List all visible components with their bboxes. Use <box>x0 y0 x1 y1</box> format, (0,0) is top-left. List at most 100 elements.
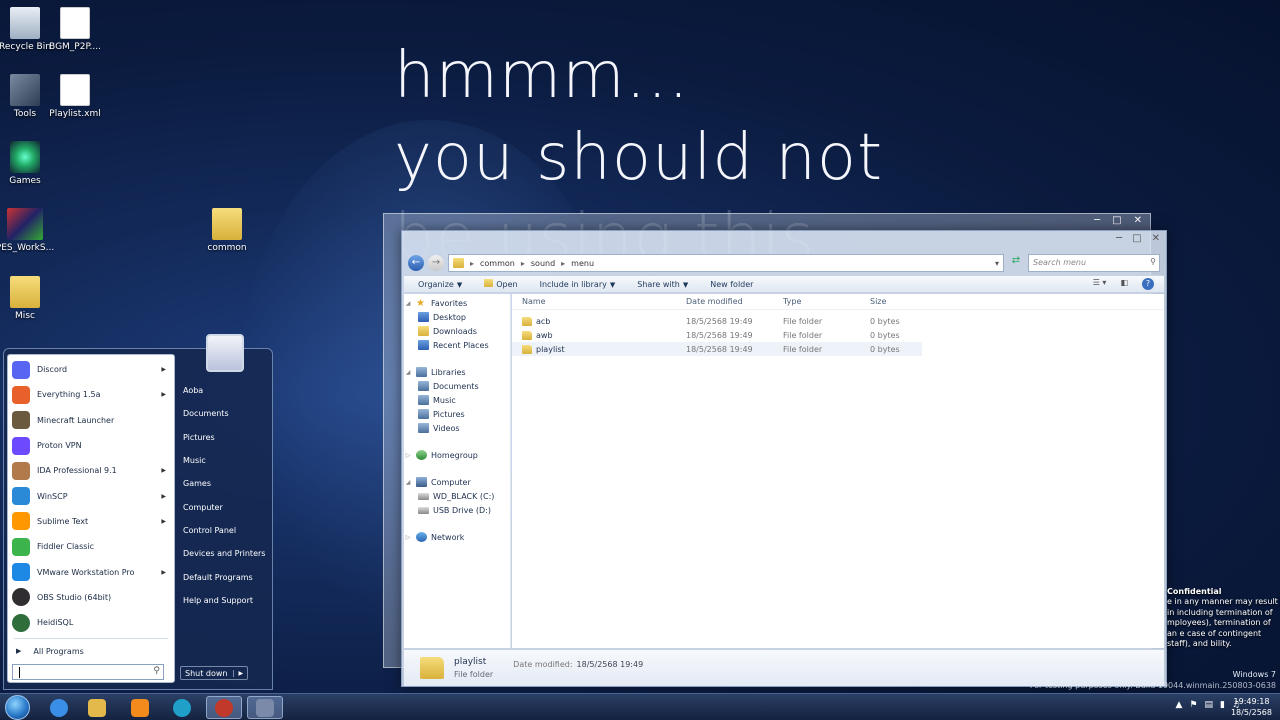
taskbar: ▲ ⚑ ▤ ▮ ♫ 19:49:18 18/5/2568 <box>0 693 1280 720</box>
shutdown-options-icon[interactable]: ▶ <box>233 669 247 677</box>
hard-drive-icon <box>418 492 429 500</box>
breadcrumb-menu[interactable]: menu <box>571 259 594 268</box>
network-icon[interactable]: ▤ <box>1204 700 1213 710</box>
taskbar-internet-explorer[interactable] <box>41 696 77 719</box>
desktop-icon-common[interactable]: common <box>197 208 257 253</box>
column-name[interactable]: Name <box>512 297 686 306</box>
show-hidden-icons-icon[interactable]: ▲ <box>1175 700 1182 710</box>
media-player-icon <box>131 698 149 717</box>
include-in-library-button[interactable]: Include in library ▼ <box>540 280 616 289</box>
start-link-help-support[interactable]: Help and Support <box>181 589 271 612</box>
nav-homegroup[interactable]: ▷ Homegroup <box>404 448 510 462</box>
organize-button[interactable]: Organize ▼ <box>418 280 462 289</box>
maximize-icon[interactable]: □ <box>1132 233 1141 244</box>
program-ida[interactable]: IDA Professional 9.1 ▶ <box>8 458 174 483</box>
clock[interactable]: 19:49:18 18/5/2568 <box>1231 697 1272 719</box>
program-fiddler[interactable]: Fiddler Classic <box>8 534 174 559</box>
close-icon[interactable]: ✕ <box>1134 215 1142 226</box>
nav-drive-d[interactable]: USB Drive (D:) <box>404 503 510 517</box>
program-vmware[interactable]: VMware Workstation Pro ▶ <box>8 559 174 584</box>
desktop-icon-bgm[interactable]: BGM_P2P.... <box>45 7 105 52</box>
program-everything[interactable]: Everything 1.5a ▶ <box>8 382 174 407</box>
minecraft-icon <box>12 411 30 430</box>
nav-documents[interactable]: Documents <box>404 379 510 393</box>
column-date-modified[interactable]: Date modified <box>686 297 783 306</box>
breadcrumb-common[interactable]: common <box>480 259 515 268</box>
nav-computer[interactable]: ◢ Computer <box>404 475 510 489</box>
taskbar-edge[interactable] <box>164 696 200 719</box>
taskbar-app-2[interactable] <box>247 696 283 719</box>
desktop-icon-playlist[interactable]: Playlist.xml <box>45 74 105 119</box>
desktop-icon-misc[interactable]: Misc <box>0 276 55 321</box>
battery-icon[interactable]: ▮ <box>1220 700 1225 710</box>
share-with-button[interactable]: Share with ▼ <box>637 280 688 289</box>
details-type: File folder <box>454 670 494 679</box>
start-link-devices-printers[interactable]: Devices and Printers <box>181 542 271 565</box>
nav-videos[interactable]: Videos <box>404 421 510 435</box>
nav-drive-c[interactable]: WD_BLACK (C:) <box>404 489 510 503</box>
all-programs[interactable]: ▶ All Programs <box>8 642 174 660</box>
nav-music[interactable]: Music <box>404 393 510 407</box>
nav-pictures[interactable]: Pictures <box>404 407 510 421</box>
desktop-icon <box>418 312 429 322</box>
program-minecraft[interactable]: Minecraft Launcher <box>8 408 174 433</box>
forward-button[interactable]: → <box>428 255 444 271</box>
start-link-control-panel[interactable]: Control Panel <box>181 519 271 542</box>
chevron-down-icon[interactable]: ▾ <box>995 259 999 268</box>
title-bar[interactable]: ─ □ ✕ <box>402 231 1166 251</box>
minimize-icon[interactable]: ─ <box>1094 215 1100 226</box>
address-bar[interactable]: ▸ common ▸ sound ▸ menu ▾ <box>448 254 1004 272</box>
start-search-input[interactable]: ⚲ <box>12 664 164 680</box>
column-size[interactable]: Size <box>870 297 930 306</box>
taskbar-file-explorer[interactable] <box>79 696 115 719</box>
start-link-music[interactable]: Music <box>181 449 271 472</box>
back-button[interactable]: ← <box>408 255 424 271</box>
program-heidisql[interactable]: HeidiSQL <box>8 610 174 635</box>
start-link-default-programs[interactable]: Default Programs <box>181 565 271 588</box>
file-row-playlist[interactable]: playlist 18/5/2568 19:49 File folder 0 b… <box>512 342 922 356</box>
shutdown-button[interactable]: Shut down ▶ <box>180 666 249 680</box>
flag-icon[interactable]: ⚑ <box>1189 700 1197 710</box>
nav-libraries[interactable]: ◢ Libraries <box>404 365 510 379</box>
start-button[interactable] <box>5 695 30 720</box>
start-link-documents[interactable]: Documents <box>181 402 271 425</box>
preview-pane-icon[interactable]: ◧ <box>1120 278 1128 290</box>
nav-desktop[interactable]: Desktop <box>404 310 510 324</box>
open-button[interactable]: Open <box>484 279 518 289</box>
breadcrumb-sound[interactable]: sound <box>531 259 555 268</box>
column-type[interactable]: Type <box>783 297 870 306</box>
maximize-icon[interactable]: □ <box>1112 215 1121 226</box>
nav-downloads[interactable]: Downloads <box>404 324 510 338</box>
desktop-icon-pes[interactable]: PES_WorkS... <box>0 208 55 253</box>
start-link-pictures[interactable]: Pictures <box>181 426 271 449</box>
user-avatar[interactable] <box>206 334 244 372</box>
close-icon[interactable]: ✕ <box>1152 233 1160 244</box>
file-row-acb[interactable]: acb 18/5/2568 19:49 File folder 0 bytes <box>512 314 1164 328</box>
help-icon[interactable]: ? <box>1142 278 1154 290</box>
refresh-icon[interactable]: ⇄ <box>1008 255 1024 271</box>
folder-icon <box>420 657 444 679</box>
nav-network[interactable]: ▷ Network <box>404 530 510 544</box>
nav-recent-places[interactable]: Recent Places <box>404 338 510 352</box>
start-link-aoba[interactable]: Aoba <box>181 379 271 402</box>
nav-favorites[interactable]: ◢ ★ Favorites <box>404 296 510 310</box>
program-obs[interactable]: OBS Studio (64bit) <box>8 585 174 610</box>
explorer-window[interactable]: ─ □ ✕ ← → ▸ common ▸ sound ▸ menu ▾ ⇄ Se… <box>401 230 1167 687</box>
search-input[interactable]: Search menu ⚲ <box>1028 254 1160 272</box>
view-options-icon[interactable]: ☰ ▾ <box>1093 278 1107 290</box>
file-row-awb[interactable]: awb 18/5/2568 19:49 File folder 0 bytes <box>512 328 1164 342</box>
program-winscp[interactable]: WinSCP ▶ <box>8 483 174 508</box>
program-discord[interactable]: Discord ▶ <box>8 357 174 382</box>
desktop-icon-games[interactable]: Games <box>0 141 55 186</box>
program-proton-vpn[interactable]: Proton VPN <box>8 433 174 458</box>
program-sublime-text[interactable]: Sublime Text ▶ <box>8 509 174 534</box>
taskbar-app[interactable] <box>206 696 242 719</box>
minimize-icon[interactable]: ─ <box>1116 233 1122 244</box>
new-folder-button[interactable]: New folder <box>710 280 753 289</box>
folder-icon <box>522 316 532 326</box>
start-link-games[interactable]: Games <box>181 472 271 495</box>
proton-vpn-icon <box>12 436 30 455</box>
taskbar-media-player[interactable] <box>122 696 158 719</box>
folder-icon <box>10 276 40 308</box>
start-link-computer[interactable]: Computer <box>181 495 271 518</box>
